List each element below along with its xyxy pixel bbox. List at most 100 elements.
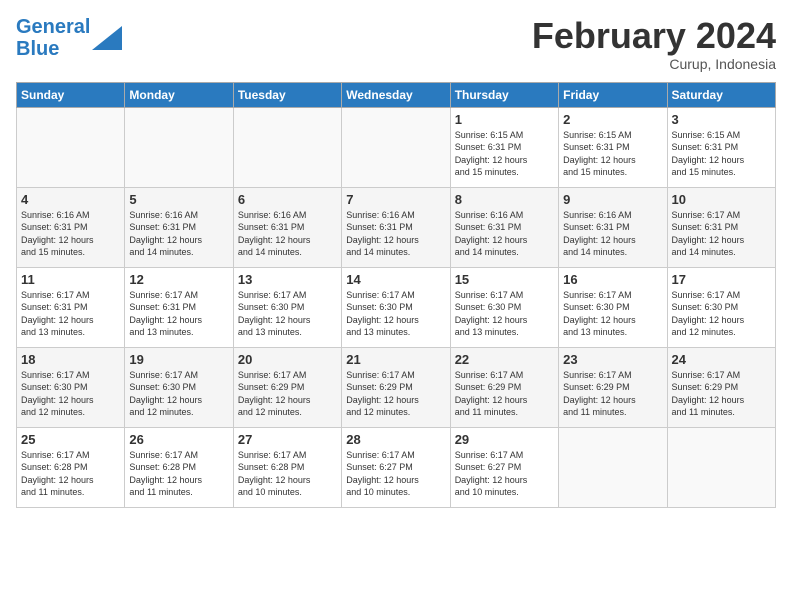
calendar-cell: 8Sunrise: 6:16 AM Sunset: 6:31 PM Daylig… bbox=[450, 187, 558, 267]
day-number: 22 bbox=[455, 352, 554, 367]
day-number: 25 bbox=[21, 432, 120, 447]
week-row-4: 25 Sunrise: 6:17 AM Sunset: 6:28 PM Dayli… bbox=[17, 427, 776, 507]
cell-info: Sunrise: 6:17 AM Sunset: 6:29 PM Dayligh… bbox=[238, 369, 337, 419]
day-number: 4 bbox=[21, 192, 120, 207]
day-number: 28 bbox=[346, 432, 445, 447]
cell-info: Sunrise: 6:17 AM Sunset: 6:29 PM Dayligh… bbox=[346, 369, 445, 419]
day-number: 7 bbox=[346, 192, 445, 207]
calendar-cell bbox=[342, 107, 450, 187]
day-number: 24 bbox=[672, 352, 771, 367]
day-number: 20 bbox=[238, 352, 337, 367]
day-number: 15 bbox=[455, 272, 554, 287]
calendar-cell bbox=[17, 107, 125, 187]
calendar-cell: 27Sunrise: 6:17 AM Sunset: 6:28 PM Dayli… bbox=[233, 427, 341, 507]
cell-info: Sunrise: 6:17 AM Sunset: 6:30 PM Dayligh… bbox=[21, 369, 120, 419]
calendar-cell: 2 Sunrise: 6:15 AM Sunset: 6:31 PM Daylig… bbox=[559, 107, 667, 187]
header-monday: Monday bbox=[125, 82, 233, 107]
cell-info: Sunrise: 6:17 AM Sunset: 6:30 PM Dayligh… bbox=[672, 289, 771, 339]
calendar-cell: 19 Sunrise: 6:17 AM Sunset: 6:30 PM Dayli… bbox=[125, 347, 233, 427]
calendar-cell: 28 Sunrise: 6:17 AM Sunset: 6:27 PM Dayli… bbox=[342, 427, 450, 507]
title-area: February 2024 Curup, Indonesia bbox=[532, 16, 776, 72]
calendar-cell: 18 Sunrise: 6:17 AM Sunset: 6:30 PM Dayli… bbox=[17, 347, 125, 427]
month-title: February 2024 bbox=[532, 16, 776, 56]
cell-info: Sunrise: 6:16 AM Sunset: 6:31 PM Dayligh… bbox=[346, 209, 445, 259]
day-number: 14 bbox=[346, 272, 445, 287]
day-number: 23 bbox=[563, 352, 662, 367]
day-number: 17 bbox=[672, 272, 771, 287]
calendar-cell: 3 Sunrise: 6:15 AM Sunset: 6:31 PM Daylig… bbox=[667, 107, 775, 187]
calendar-cell: 1 Sunrise: 6:15 AM Sunset: 6:31 PM Daylig… bbox=[450, 107, 558, 187]
header-friday: Friday bbox=[559, 82, 667, 107]
page-header: General Blue February 2024 Curup, Indone… bbox=[16, 16, 776, 72]
calendar-cell: 25Sunrise: 6:17 AM Sunset: 6:28 PM Dayli… bbox=[17, 427, 125, 507]
calendar-cell: 5Sunrise: 6:16 AM Sunset: 6:31 PM Daylig… bbox=[125, 187, 233, 267]
week-row-2: 11 Sunrise: 6:17 AM Sunset: 6:31 PM Dayli… bbox=[17, 267, 776, 347]
calendar-cell: 15 Sunrise: 6:17 AM Sunset: 6:30 PM Dayli… bbox=[450, 267, 558, 347]
calendar-cell: 16Sunrise: 6:17 AM Sunset: 6:30 PM Dayli… bbox=[559, 267, 667, 347]
calendar-cell: 23 Sunrise: 6:17 AM Sunset: 6:29 PM Dayli… bbox=[559, 347, 667, 427]
calendar-cell: 6 Sunrise: 6:16 AM Sunset: 6:31 PM Daylig… bbox=[233, 187, 341, 267]
cell-info: Sunrise: 6:17 AM Sunset: 6:29 PM Dayligh… bbox=[563, 369, 662, 419]
logo-line1: General bbox=[16, 16, 90, 38]
calendar-cell: 9Sunrise: 6:16 AM Sunset: 6:31 PM Daylig… bbox=[559, 187, 667, 267]
calendar-cell bbox=[233, 107, 341, 187]
day-number: 21 bbox=[346, 352, 445, 367]
cell-info: Sunrise: 6:16 AM Sunset: 6:31 PM Dayligh… bbox=[563, 209, 662, 259]
logo: General Blue bbox=[16, 16, 122, 60]
calendar-table: Sunday Monday Tuesday Wednesday Thursday… bbox=[16, 82, 776, 508]
calendar-cell: 21 Sunrise: 6:17 AM Sunset: 6:29 PM Dayli… bbox=[342, 347, 450, 427]
day-number: 29 bbox=[455, 432, 554, 447]
logo-text: General Blue bbox=[16, 16, 90, 60]
cell-info: Sunrise: 6:15 AM Sunset: 6:31 PM Dayligh… bbox=[563, 129, 662, 179]
cell-info: Sunrise: 6:16 AM Sunset: 6:31 PM Dayligh… bbox=[21, 209, 120, 259]
header-saturday: Saturday bbox=[667, 82, 775, 107]
day-number: 19 bbox=[129, 352, 228, 367]
calendar-cell: 12 Sunrise: 6:17 AM Sunset: 6:31 PM Dayli… bbox=[125, 267, 233, 347]
cell-info: Sunrise: 6:17 AM Sunset: 6:30 PM Dayligh… bbox=[455, 289, 554, 339]
day-number: 13 bbox=[238, 272, 337, 287]
day-number: 3 bbox=[672, 112, 771, 127]
cell-info: Sunrise: 6:17 AM Sunset: 6:29 PM Dayligh… bbox=[672, 369, 771, 419]
calendar-cell: 11Sunrise: 6:17 AM Sunset: 6:31 PM Dayli… bbox=[17, 267, 125, 347]
cell-info: Sunrise: 6:15 AM Sunset: 6:31 PM Dayligh… bbox=[455, 129, 554, 179]
calendar-cell: 10Sunrise: 6:17 AM Sunset: 6:31 PM Dayli… bbox=[667, 187, 775, 267]
header-row: Sunday Monday Tuesday Wednesday Thursday… bbox=[17, 82, 776, 107]
cell-info: Sunrise: 6:17 AM Sunset: 6:27 PM Dayligh… bbox=[346, 449, 445, 499]
day-number: 11 bbox=[21, 272, 120, 287]
day-number: 12 bbox=[129, 272, 228, 287]
week-row-3: 18 Sunrise: 6:17 AM Sunset: 6:30 PM Dayli… bbox=[17, 347, 776, 427]
day-number: 10 bbox=[672, 192, 771, 207]
logo-icon bbox=[92, 26, 122, 50]
cell-info: Sunrise: 6:15 AM Sunset: 6:31 PM Dayligh… bbox=[672, 129, 771, 179]
day-number: 8 bbox=[455, 192, 554, 207]
day-number: 6 bbox=[238, 192, 337, 207]
calendar-cell: 17 Sunrise: 6:17 AM Sunset: 6:30 PM Dayli… bbox=[667, 267, 775, 347]
cell-info: Sunrise: 6:16 AM Sunset: 6:31 PM Dayligh… bbox=[129, 209, 228, 259]
cell-info: Sunrise: 6:17 AM Sunset: 6:29 PM Dayligh… bbox=[455, 369, 554, 419]
cell-info: Sunrise: 6:17 AM Sunset: 6:28 PM Dayligh… bbox=[129, 449, 228, 499]
week-row-0: 1 Sunrise: 6:15 AM Sunset: 6:31 PM Daylig… bbox=[17, 107, 776, 187]
day-number: 16 bbox=[563, 272, 662, 287]
cell-info: Sunrise: 6:17 AM Sunset: 6:31 PM Dayligh… bbox=[129, 289, 228, 339]
calendar-cell bbox=[559, 427, 667, 507]
calendar-cell: 24 Sunrise: 6:17 AM Sunset: 6:29 PM Dayli… bbox=[667, 347, 775, 427]
cell-info: Sunrise: 6:17 AM Sunset: 6:27 PM Dayligh… bbox=[455, 449, 554, 499]
calendar-cell: 14Sunrise: 6:17 AM Sunset: 6:30 PM Dayli… bbox=[342, 267, 450, 347]
calendar-cell: 26Sunrise: 6:17 AM Sunset: 6:28 PM Dayli… bbox=[125, 427, 233, 507]
day-number: 18 bbox=[21, 352, 120, 367]
logo-line2: Blue bbox=[16, 38, 59, 60]
cell-info: Sunrise: 6:16 AM Sunset: 6:31 PM Dayligh… bbox=[238, 209, 337, 259]
calendar-cell: 7 Sunrise: 6:16 AM Sunset: 6:31 PM Daylig… bbox=[342, 187, 450, 267]
cell-info: Sunrise: 6:17 AM Sunset: 6:28 PM Dayligh… bbox=[238, 449, 337, 499]
calendar-cell: 13 Sunrise: 6:17 AM Sunset: 6:30 PM Dayli… bbox=[233, 267, 341, 347]
calendar-cell bbox=[667, 427, 775, 507]
cell-info: Sunrise: 6:17 AM Sunset: 6:30 PM Dayligh… bbox=[238, 289, 337, 339]
calendar-cell: 22 Sunrise: 6:17 AM Sunset: 6:29 PM Dayli… bbox=[450, 347, 558, 427]
week-row-1: 4 Sunrise: 6:16 AM Sunset: 6:31 PM Daylig… bbox=[17, 187, 776, 267]
cell-info: Sunrise: 6:17 AM Sunset: 6:30 PM Dayligh… bbox=[129, 369, 228, 419]
calendar-cell: 20 Sunrise: 6:17 AM Sunset: 6:29 PM Dayli… bbox=[233, 347, 341, 427]
location-subtitle: Curup, Indonesia bbox=[532, 56, 776, 72]
header-sunday: Sunday bbox=[17, 82, 125, 107]
day-number: 1 bbox=[455, 112, 554, 127]
day-number: 2 bbox=[563, 112, 662, 127]
